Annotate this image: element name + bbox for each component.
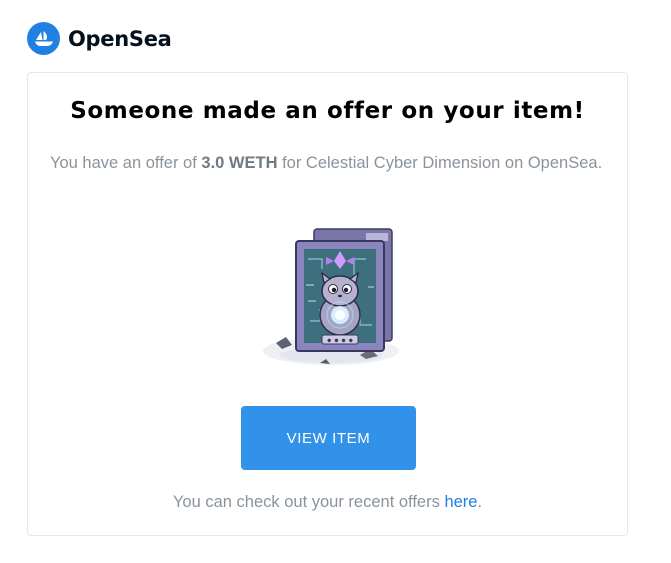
footer-period: . bbox=[477, 493, 483, 511]
offer-message-suffix: for Celestial Cyber Dimension on OpenSea… bbox=[277, 154, 603, 172]
nft-image[interactable]: ● ● ● ● bbox=[256, 225, 406, 373]
svg-text:● ● ● ●: ● ● ● ● bbox=[327, 337, 353, 344]
offer-message-prefix: You have an offer of bbox=[50, 154, 202, 172]
here-link[interactable]: here bbox=[444, 493, 477, 511]
header: OpenSea bbox=[27, 22, 172, 55]
footer-text: You can check out your recent offers bbox=[172, 493, 445, 511]
offer-amount: 3.0 WETH bbox=[201, 154, 278, 172]
email-card: Someone made an offer on your item! You … bbox=[27, 72, 628, 536]
offer-message: You have an offer of 3.0 WETH for Celest… bbox=[50, 151, 610, 175]
recent-offers-footer: You can check out your recent offers her… bbox=[28, 493, 627, 512]
opensea-logo-icon[interactable] bbox=[27, 22, 60, 55]
email-title: Someone made an offer on your item! bbox=[70, 98, 585, 124]
brand-name[interactable]: OpenSea bbox=[68, 27, 172, 51]
view-item-button[interactable]: VIEW ITEM bbox=[241, 406, 416, 470]
